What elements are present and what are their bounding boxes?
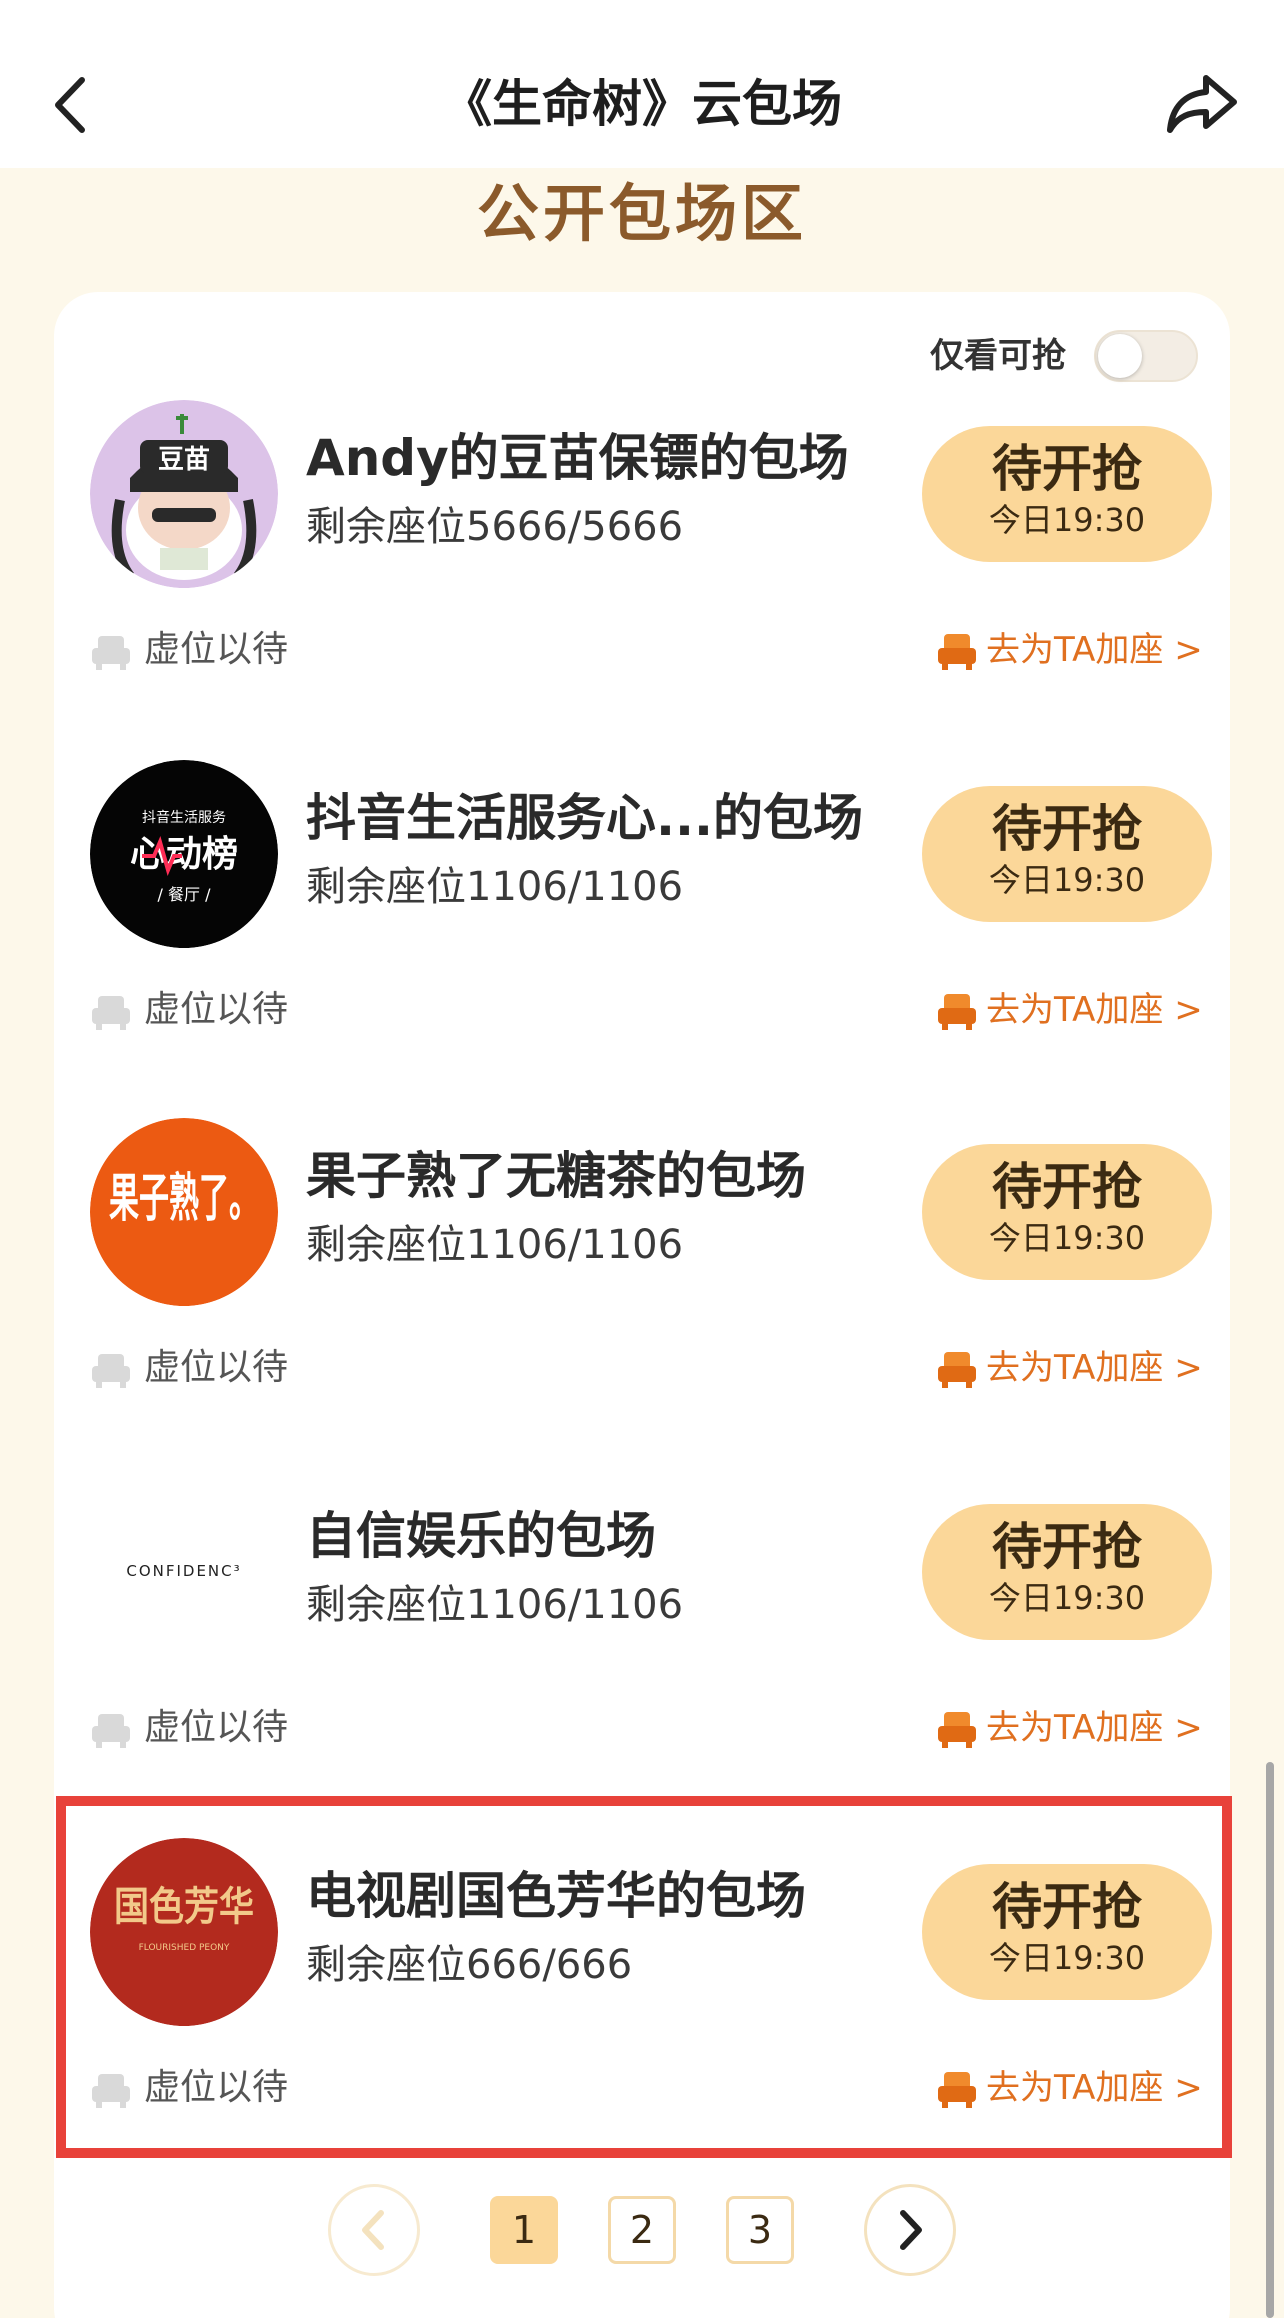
add-seat-link[interactable]: 去为TA加座 > bbox=[986, 626, 1203, 674]
grab-button-time: 今日19:30 bbox=[988, 1219, 1146, 1257]
add-seat-link[interactable]: 去为TA加座 > bbox=[986, 986, 1203, 1034]
grab-button-time: 今日19:30 bbox=[988, 1579, 1146, 1617]
available-only-toggle[interactable] bbox=[1094, 330, 1198, 382]
guozishule-logo[interactable]: 果子熟了。 bbox=[90, 1118, 278, 1306]
page-button-3[interactable]: 3 bbox=[726, 2196, 794, 2264]
grab-button[interactable]: 待开抢 今日19:30 bbox=[922, 426, 1212, 562]
list-item: 果子熟了。 果子熟了无糖茶的包场 剩余座位1106/1106 待开抢 今日19:… bbox=[60, 1118, 1224, 1478]
item-name: 抖音生活服务心...的包场 bbox=[306, 789, 863, 847]
chevron-right-icon bbox=[900, 2210, 922, 2250]
item-name: Andy的豆苗保镖的包场 bbox=[306, 429, 849, 487]
avatar-logo-text: 果子熟了。 bbox=[109, 1169, 259, 1229]
add-seat-icon bbox=[938, 1712, 976, 1748]
page-button-1[interactable]: 1 bbox=[490, 2196, 558, 2264]
wait-label: 虚位以待 bbox=[144, 1707, 289, 1748]
item-seats: 剩余座位1106/1106 bbox=[306, 864, 684, 910]
wait-label: 虚位以待 bbox=[144, 629, 289, 670]
share-arrow-icon[interactable] bbox=[1166, 72, 1238, 136]
page-title: 《生命树》云包场 bbox=[442, 75, 842, 133]
toggle-knob bbox=[1098, 334, 1142, 378]
grab-button[interactable]: 待开抢 今日19:30 bbox=[922, 1144, 1212, 1280]
avatar-logo-subtext: 抖音生活服务 bbox=[142, 809, 226, 826]
item-seats: 剩余座位1106/1106 bbox=[306, 1222, 684, 1268]
empty-seat-icon bbox=[92, 636, 130, 670]
item-seats: 剩余座位1106/1106 bbox=[306, 1582, 684, 1628]
avatar-logo-text: 豆苗 bbox=[158, 445, 210, 475]
cartoon-avatar-icon[interactable]: 豆苗 bbox=[90, 400, 278, 588]
item-seats: 剩余座位5666/5666 bbox=[306, 504, 684, 550]
list-item: CONFIDENC³ 自信娱乐的包场 剩余座位1106/1106 待开抢 今日1… bbox=[60, 1478, 1224, 1838]
grab-button-time: 今日19:30 bbox=[988, 861, 1146, 899]
add-seat-icon bbox=[938, 634, 976, 670]
add-seat-icon bbox=[938, 994, 976, 1030]
avatar-logo-subtext-2: / 餐厅 / bbox=[158, 885, 212, 904]
top-bar: 《生命树》云包场 bbox=[0, 0, 1284, 168]
item-name: 果子熟了无糖茶的包场 bbox=[306, 1147, 806, 1205]
page-button-2[interactable]: 2 bbox=[608, 2196, 676, 2264]
douyin-heart-list-logo[interactable]: 抖音生活服务 心动榜 / 餐厅 / bbox=[90, 760, 278, 948]
grab-button-label: 待开抢 bbox=[992, 800, 1142, 858]
list-item: 抖音生活服务 心动榜 / 餐厅 / 抖音生活服务心...的包场 剩余座位1106… bbox=[60, 760, 1224, 1120]
prev-page-button[interactable] bbox=[328, 2184, 420, 2276]
chevron-left-icon bbox=[362, 2210, 384, 2250]
empty-seat-icon bbox=[92, 1354, 130, 1388]
wait-label: 虚位以待 bbox=[144, 1347, 289, 1388]
section-title: 公开包场区 bbox=[476, 177, 807, 250]
scrollbar[interactable] bbox=[1266, 1762, 1274, 2318]
grab-button-label: 待开抢 bbox=[992, 1158, 1142, 1216]
grab-button[interactable]: 待开抢 今日19:30 bbox=[922, 786, 1212, 922]
add-seat-link[interactable]: 去为TA加座 > bbox=[986, 1344, 1203, 1392]
next-page-button[interactable] bbox=[864, 2184, 956, 2276]
grab-button-label: 待开抢 bbox=[992, 1518, 1142, 1576]
highlight-box bbox=[56, 1796, 1232, 2158]
empty-seat-icon bbox=[92, 996, 130, 1030]
add-seat-icon bbox=[938, 1352, 976, 1388]
grab-button[interactable]: 待开抢 今日19:30 bbox=[922, 1504, 1212, 1640]
wait-label: 虚位以待 bbox=[144, 989, 289, 1030]
grab-button-time: 今日19:30 bbox=[988, 501, 1146, 539]
avatar-logo-text: CONFIDENC³ bbox=[126, 1562, 241, 1580]
grab-button-label: 待开抢 bbox=[992, 440, 1142, 498]
empty-seat-icon bbox=[92, 1714, 130, 1748]
add-seat-link[interactable]: 去为TA加座 > bbox=[986, 1704, 1203, 1752]
list-item: 豆苗 Andy的豆苗保镖的包场 剩余座位5666/5666 待开抢 今日19:3… bbox=[60, 400, 1224, 760]
item-name: 自信娱乐的包场 bbox=[306, 1507, 656, 1565]
filter-label: 仅看可抢 bbox=[930, 336, 1066, 376]
confidence-logo[interactable]: CONFIDENC³ bbox=[90, 1478, 278, 1666]
